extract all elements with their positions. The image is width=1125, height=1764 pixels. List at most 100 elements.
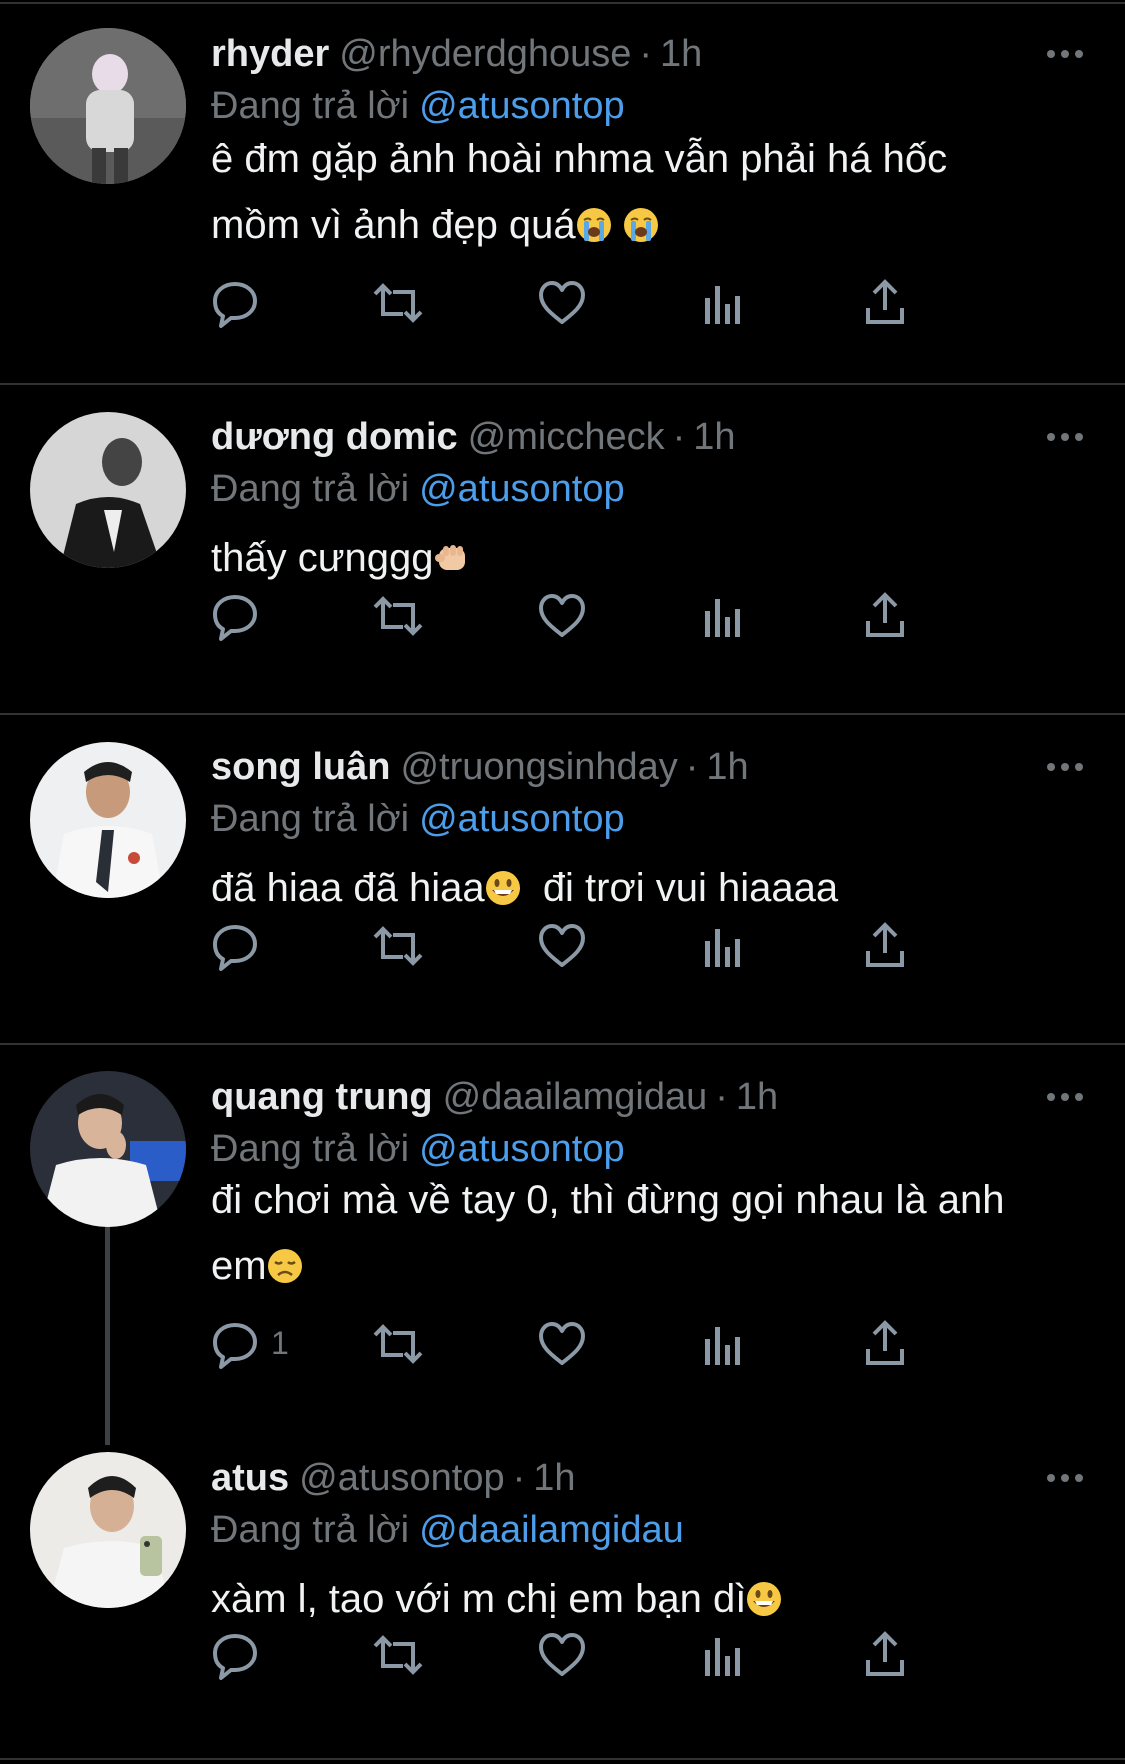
retweet-button[interactable] bbox=[371, 1317, 425, 1371]
user-handle[interactable]: @daailamgidau bbox=[443, 1076, 708, 1118]
loudly-crying-face-icon bbox=[576, 197, 612, 242]
share-button[interactable] bbox=[865, 1317, 905, 1371]
like-button[interactable] bbox=[537, 919, 587, 973]
reply-button[interactable] bbox=[211, 919, 259, 973]
avatar-photo bbox=[30, 1452, 186, 1608]
avatar[interactable] bbox=[30, 1071, 186, 1227]
display-name[interactable]: song luân bbox=[211, 746, 390, 788]
user-handle[interactable]: @miccheck bbox=[468, 416, 665, 458]
more-options-icon[interactable] bbox=[1045, 1454, 1085, 1502]
share-button[interactable] bbox=[865, 1628, 905, 1682]
avatar[interactable] bbox=[30, 28, 186, 184]
mention-link[interactable]: @daailamgidau bbox=[419, 1509, 684, 1551]
like-button[interactable] bbox=[537, 276, 587, 330]
share-button[interactable] bbox=[865, 919, 905, 973]
mention-link[interactable]: @atusontop bbox=[419, 85, 625, 127]
reply-button[interactable] bbox=[211, 276, 259, 330]
more-options-icon[interactable] bbox=[1045, 413, 1085, 461]
reply-icon bbox=[213, 1323, 257, 1369]
avatar[interactable] bbox=[30, 412, 186, 568]
user-handle[interactable]: @truongsinhday bbox=[400, 746, 677, 788]
views-button[interactable] bbox=[703, 919, 743, 973]
display-name[interactable]: dương domic bbox=[211, 416, 458, 458]
tweet-duong-domic[interactable]: dương domic @miccheck · 1h Đang trả lời @atu… bbox=[0, 385, 1125, 713]
tweet-text-line: đi chơi mà về tay 0, thì đừng gọi nhau l… bbox=[211, 1178, 1005, 1222]
retweet-button[interactable] bbox=[371, 589, 425, 643]
retweet-button[interactable] bbox=[371, 276, 425, 330]
separator-dot: · bbox=[672, 416, 686, 458]
replying-to-label: Đang trả lời bbox=[211, 798, 410, 840]
tweet-header: quang trung @daailamgidau · 1h bbox=[211, 1073, 778, 1121]
timestamp[interactable]: 1h bbox=[660, 33, 702, 75]
more-options-icon[interactable] bbox=[1045, 1073, 1085, 1121]
separator-dot: · bbox=[685, 746, 699, 788]
reply-button[interactable] bbox=[211, 1628, 259, 1682]
tweet-text: đã hiaa đã hiaa đi trơi vui hiaaaa bbox=[211, 855, 1091, 921]
user-handle[interactable]: @rhyderdghouse bbox=[339, 33, 631, 75]
tweet-header: dương domic @miccheck · 1h bbox=[211, 413, 736, 461]
tweet-actions: 1 bbox=[211, 1317, 1011, 1371]
share-icon bbox=[866, 1320, 904, 1365]
display-name[interactable]: quang trung bbox=[211, 1076, 433, 1118]
retweet-icon bbox=[373, 283, 423, 323]
grinning-face-icon bbox=[485, 860, 521, 905]
retweet-button[interactable] bbox=[371, 919, 425, 973]
punch-icon bbox=[433, 530, 469, 570]
retweet-icon bbox=[373, 926, 423, 966]
views-button[interactable] bbox=[703, 1317, 743, 1371]
reply-count: 1 bbox=[271, 1325, 289, 1361]
reply-button[interactable]: 1 bbox=[211, 1317, 289, 1371]
timestamp[interactable]: 1h bbox=[533, 1457, 575, 1499]
tweet-text: xàm l, tao với m chị em bạn dì bbox=[211, 1566, 1091, 1632]
timestamp[interactable]: 1h bbox=[693, 416, 735, 458]
replying-to-label: Đang trả lời bbox=[211, 1509, 410, 1551]
timestamp[interactable]: 1h bbox=[706, 746, 748, 788]
mention-link[interactable]: @atusontop bbox=[419, 798, 625, 840]
display-name[interactable]: rhyder bbox=[211, 33, 329, 75]
user-handle[interactable]: @atusontop bbox=[299, 1457, 505, 1499]
replying-to: Đang trả lời @daailamgidau bbox=[211, 1506, 684, 1554]
thread-connector bbox=[105, 1225, 110, 1445]
share-button[interactable] bbox=[865, 276, 905, 330]
retweet-button[interactable] bbox=[371, 1628, 425, 1682]
analytics-icon bbox=[705, 1638, 740, 1676]
tweet-song-luan[interactable]: song luân @truongsinhday · 1h Đang trả lời @… bbox=[0, 715, 1125, 1043]
replying-to-label: Đang trả lời bbox=[211, 85, 410, 127]
tweet-text-line: em bbox=[211, 1244, 267, 1288]
tweet-quang-trung[interactable]: quang trung @daailamgidau · 1h Đang trả lời… bbox=[0, 1045, 1125, 1445]
timestamp[interactable]: 1h bbox=[736, 1076, 778, 1118]
like-button[interactable] bbox=[537, 1317, 587, 1371]
replying-to-label: Đang trả lời bbox=[211, 468, 410, 510]
avatar-photo bbox=[30, 28, 186, 184]
like-button[interactable] bbox=[537, 1628, 587, 1682]
replying-to-label: Đang trả lời bbox=[211, 1128, 410, 1170]
mention-link[interactable]: @atusontop bbox=[419, 468, 625, 510]
replying-to: Đang trả lời @atusontop bbox=[211, 1125, 625, 1173]
heart-icon bbox=[539, 594, 585, 637]
tweet-rhyder[interactable]: rhyder @rhyderdghouse · 1h Đang trả lời @atu… bbox=[0, 0, 1125, 382]
more-options-icon[interactable] bbox=[1045, 743, 1085, 791]
reply-icon bbox=[213, 925, 257, 971]
share-button[interactable] bbox=[865, 589, 905, 643]
mention-link[interactable]: @atusontop bbox=[419, 1128, 625, 1170]
heart-icon bbox=[539, 1633, 585, 1676]
reply-button[interactable] bbox=[211, 589, 259, 643]
like-button[interactable] bbox=[537, 589, 587, 643]
heart-icon bbox=[539, 924, 585, 967]
views-button[interactable] bbox=[703, 1628, 743, 1682]
tweet-text-line: đi trơi vui hiaaaa bbox=[542, 866, 839, 910]
grinning-face-icon bbox=[746, 1571, 782, 1616]
views-button[interactable] bbox=[703, 589, 743, 643]
tweet-text-line-with-emoji: xàm l, tao với m chị em bạn dì bbox=[211, 1566, 1091, 1632]
views-button[interactable] bbox=[703, 276, 743, 330]
more-options-icon[interactable] bbox=[1045, 30, 1085, 78]
tweet-actions bbox=[211, 276, 1011, 330]
display-name[interactable]: atus bbox=[211, 1457, 289, 1499]
avatar[interactable] bbox=[30, 1452, 186, 1608]
heart-icon bbox=[539, 281, 585, 324]
share-icon bbox=[866, 922, 904, 967]
avatar[interactable] bbox=[30, 742, 186, 898]
tweet-atus[interactable]: atus @atusontop · 1h Đang trả lời @daailamgi… bbox=[0, 1424, 1125, 1760]
tweet-text-line: mồm vì ảnh đẹp quá bbox=[211, 203, 576, 247]
replying-to: Đang trả lời @atusontop bbox=[211, 82, 625, 130]
